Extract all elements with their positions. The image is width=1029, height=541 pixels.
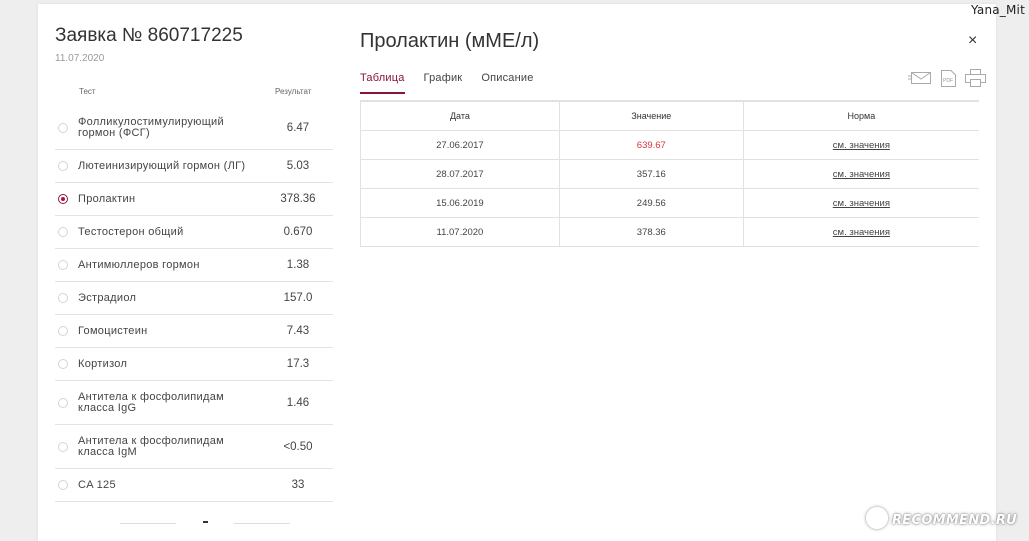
results-history-table: Дата Значение Норма 27.06.2017 639.67 см. … [360, 100, 979, 247]
test-name: Антимюллеров гормон [78, 258, 200, 271]
watermark-username: Yana_Mit [971, 3, 1025, 17]
test-result: 17.3 [286, 358, 310, 370]
site-watermark: RECOMMEND.RU [865, 507, 1017, 529]
header-value: Значение [558, 100, 744, 131]
test-name: CA 125 [78, 478, 116, 491]
test-name: Гомоцистеин [78, 324, 148, 337]
test-name: Фолликулостимулирующий гормон (ФСГ) [78, 115, 224, 139]
test-row[interactable]: CA 125 33 [55, 469, 333, 502]
cell-norm: см. значения [742, 130, 979, 160]
table-row: 15.06.2019 249.56 см. значения [360, 188, 979, 218]
cell-norm: см. значения [742, 217, 979, 247]
column-header-result: Результат [275, 87, 312, 96]
radio-button[interactable] [58, 194, 68, 204]
test-name: Кортизол [78, 357, 128, 370]
test-result: <0.50 [283, 440, 313, 453]
pagination[interactable] [120, 521, 290, 527]
norm-link[interactable]: см. значения [833, 169, 890, 180]
test-row[interactable]: Лютеинизирующий гормон (ЛГ) 5.03 [55, 150, 333, 183]
test-result: 157.0 [283, 292, 313, 304]
test-row[interactable]: Фолликулостимулирующий гормон (ФСГ) 6.47 [55, 106, 333, 150]
header-date: Дата [360, 100, 560, 131]
test-row[interactable]: Эстрадиол 157.0 [55, 282, 333, 315]
norm-link[interactable]: см. значения [833, 227, 890, 238]
cell-norm: см. значения [742, 188, 979, 218]
cell-value: 639.67 [558, 130, 744, 160]
radio-button[interactable] [58, 122, 68, 133]
table-row: 28.07.2017 357.16 см. значения [360, 159, 979, 189]
test-name: Антитела к фосфолипидам класса IgG [78, 390, 224, 414]
test-name: Эстрадиол [78, 291, 137, 304]
pager-line-right [234, 523, 290, 524]
recommend-logo-icon [865, 507, 888, 529]
test-name: Тестостерон общий [78, 225, 184, 238]
radio-button[interactable] [58, 293, 68, 303]
test-name: Лютеинизирующий гормон (ЛГ) [78, 159, 246, 172]
table-body: 27.06.2017 639.67 см. значения 28.07.2017 35… [360, 130, 979, 247]
header-norm: Норма [742, 100, 979, 131]
analyte-title: Пролактин (мМЕ/л) [360, 30, 540, 52]
cell-date: 11.07.2020 [360, 217, 560, 247]
pdf-icon[interactable]: PDF [940, 69, 957, 92]
test-result: 5.03 [286, 160, 310, 172]
test-result: 1.38 [286, 259, 310, 271]
test-result: 6.47 [286, 121, 310, 134]
tab-description[interactable]: Описание [481, 72, 533, 94]
norm-link[interactable]: см. значения [833, 140, 890, 151]
envelope-icon[interactable] [908, 71, 932, 90]
close-icon[interactable]: × [968, 32, 977, 50]
test-row[interactable]: Пролактин 378.36 [55, 183, 333, 216]
test-row[interactable]: Антитела к фосфолипидам класса IgG 1.46 [55, 381, 333, 425]
request-title: Заявка № 860717225 [55, 25, 243, 46]
table-row: 27.06.2017 639.67 см. значения [360, 130, 979, 160]
cell-date: 28.07.2017 [360, 159, 560, 189]
test-name: Пролактин [78, 192, 136, 205]
norm-link[interactable]: см. значения [833, 198, 890, 209]
pdf-icon-text: PDF [943, 78, 953, 84]
results-card: Заявка № 860717225 11.07.2020 Тест Резул… [38, 4, 996, 541]
request-date: 11.07.2020 [55, 53, 105, 64]
test-row[interactable]: Тестостерон общий 0.670 [55, 216, 333, 249]
radio-button[interactable] [58, 480, 68, 490]
test-row[interactable]: Антимюллеров гормон 1.38 [55, 249, 333, 282]
test-name: Антитела к фосфолипидам класса IgM [78, 434, 224, 458]
table-header-row: Дата Значение Норма [360, 100, 979, 131]
radio-button[interactable] [58, 326, 68, 336]
radio-button[interactable] [58, 260, 68, 270]
cell-value: 249.56 [558, 188, 744, 218]
cell-value: 378.36 [558, 217, 744, 247]
cell-value: 357.16 [558, 159, 744, 189]
test-result: 33 [291, 479, 305, 491]
test-result: 7.43 [286, 325, 310, 337]
pager-line-left [120, 523, 176, 524]
cell-date: 15.06.2019 [360, 188, 560, 218]
export-actions: PDF [900, 69, 986, 92]
cell-norm: см. значения [742, 159, 979, 189]
site-watermark-text: RECOMMEND.RU [891, 513, 1017, 528]
test-result: 378.36 [280, 193, 316, 205]
pager-current-indicator[interactable] [203, 521, 208, 523]
test-list: Фолликулостимулирующий гормон (ФСГ) 6.47 Л… [55, 106, 333, 502]
test-row[interactable]: Кортизол 17.3 [55, 348, 333, 381]
radio-button[interactable] [58, 227, 68, 237]
test-result: 1.46 [286, 396, 310, 409]
tab-table[interactable]: Таблица [360, 72, 405, 94]
radio-button[interactable] [58, 359, 68, 369]
radio-button[interactable] [58, 397, 68, 408]
column-header-test: Тест [79, 87, 96, 96]
radio-button[interactable] [58, 161, 68, 171]
test-row[interactable]: Антитела к фосфолипидам класса IgM <0.50 [55, 425, 333, 469]
test-row[interactable]: Гомоцистеин 7.43 [55, 315, 333, 348]
table-row: 11.07.2020 378.36 см. значения [360, 217, 979, 247]
test-result: 0.670 [283, 226, 313, 238]
tab-chart[interactable]: График [424, 72, 463, 94]
printer-icon[interactable] [965, 69, 986, 92]
radio-button[interactable] [58, 441, 68, 452]
cell-date: 27.06.2017 [360, 130, 560, 160]
detail-tabs: Таблица График Описание [360, 72, 553, 94]
